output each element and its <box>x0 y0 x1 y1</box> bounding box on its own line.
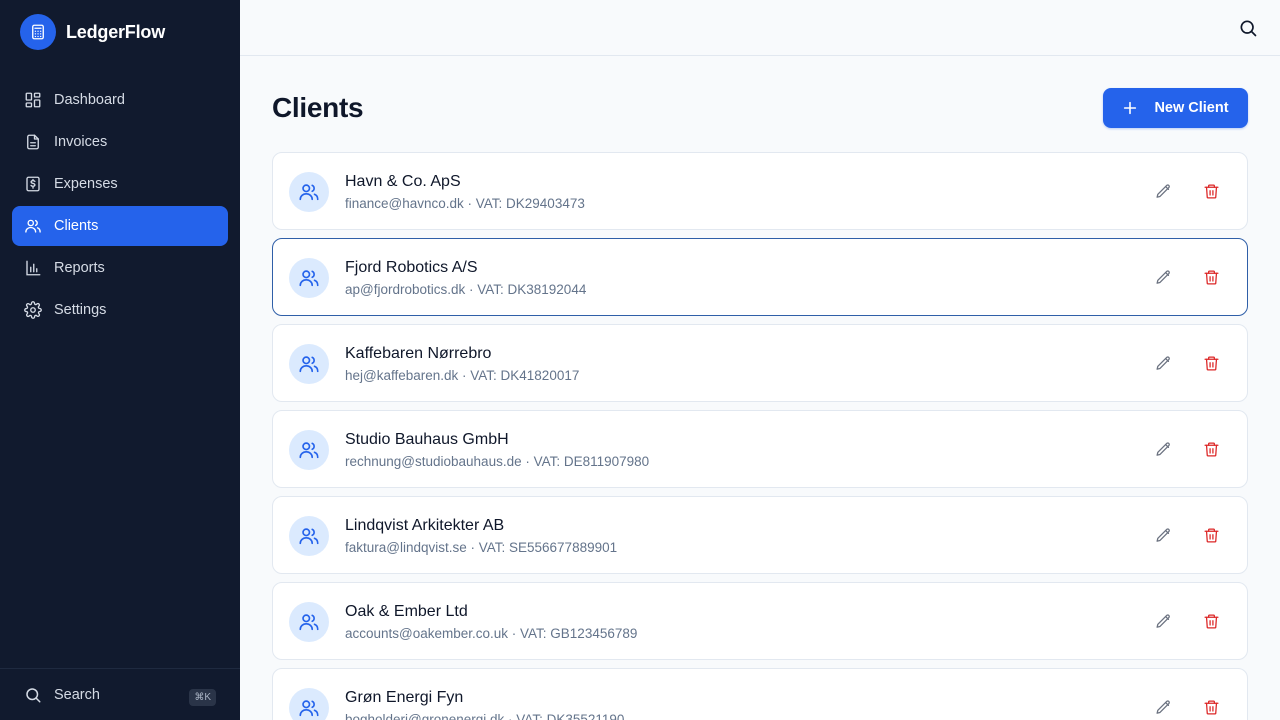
client-name: Kaffebaren Nørrebro <box>345 345 492 362</box>
trash-icon[interactable] <box>1201 439 1221 459</box>
pencil-icon[interactable] <box>1153 611 1173 631</box>
client-meta: faktura@lindqvist.se · VAT: SE5566778899… <box>345 540 618 555</box>
users-icon <box>289 602 329 642</box>
search-icon[interactable] <box>1238 18 1258 38</box>
app-name: LedgerFlow <box>66 21 166 42</box>
invoice-icon <box>24 133 42 151</box>
client-name: Fjord Robotics A/S <box>345 259 478 276</box>
users-icon <box>289 344 329 384</box>
page-title: Clients <box>272 92 364 123</box>
dashboard-icon <box>24 91 42 109</box>
sidebar: LedgerFlow Dashboard Invoices Expenses C… <box>0 0 240 720</box>
new-client-button-label: New Client <box>1154 100 1229 116</box>
users-icon <box>289 516 329 556</box>
sidebar-nav: Dashboard Invoices Expenses Clients Repo… <box>12 80 228 332</box>
sidebar-search[interactable]: Search ⌘K <box>0 668 240 720</box>
sidebar-item-label: Settings <box>54 302 107 318</box>
users-icon <box>24 217 42 235</box>
users-icon <box>289 430 329 470</box>
trash-icon[interactable] <box>1201 697 1221 717</box>
pencil-icon[interactable] <box>1153 181 1173 201</box>
sidebar-item-label: Expenses <box>54 176 118 192</box>
trash-icon[interactable] <box>1201 353 1221 373</box>
pencil-icon[interactable] <box>1153 697 1173 717</box>
client-name: Oak & Ember Ltd <box>345 603 468 620</box>
sidebar-item-dashboard[interactable]: Dashboard <box>12 80 228 120</box>
client-name: Studio Bauhaus GmbH <box>345 431 509 448</box>
trash-icon[interactable] <box>1201 181 1221 201</box>
pencil-icon[interactable] <box>1153 525 1173 545</box>
client-meta: hej@kaffebaren.dk · VAT: DK41820017 <box>345 368 580 383</box>
trash-icon[interactable] <box>1201 611 1221 631</box>
client-name: Grøn Energi Fyn <box>345 689 464 706</box>
client-meta: ap@fjordrobotics.dk · VAT: DK38192044 <box>345 282 587 297</box>
client-meta: rechnung@studiobauhaus.de · VAT: DE81190… <box>345 454 650 469</box>
trash-icon[interactable] <box>1201 525 1221 545</box>
users-icon <box>289 688 329 720</box>
client-card[interactable]: Oak & Ember Ltd accounts@oakember.co.uk … <box>272 582 1248 660</box>
bar-chart-icon <box>24 259 42 277</box>
client-meta: bogholderi@gronenergi.dk · VAT: DK355211… <box>345 712 625 720</box>
brand[interactable]: LedgerFlow <box>20 14 165 50</box>
client-card[interactable]: Studio Bauhaus GmbH rechnung@studiobauha… <box>272 410 1248 488</box>
pencil-icon[interactable] <box>1153 267 1173 287</box>
sidebar-item-settings[interactable]: Settings <box>12 290 228 330</box>
client-card[interactable]: Lindqvist Arkitekter AB faktura@lindqvis… <box>272 496 1248 574</box>
sidebar-item-expenses[interactable]: Expenses <box>12 164 228 204</box>
client-list: Havn & Co. ApS finance@havnco.dk · VAT: … <box>272 152 1248 720</box>
sidebar-item-label: Clients <box>54 218 99 234</box>
client-card[interactable]: Grøn Energi Fyn bogholderi@gronenergi.dk… <box>272 668 1248 720</box>
sidebar-item-label: Reports <box>54 260 105 276</box>
sidebar-item-reports[interactable]: Reports <box>12 248 228 288</box>
client-name: Havn & Co. ApS <box>345 173 461 190</box>
sidebar-item-label: Invoices <box>54 134 108 150</box>
expense-icon <box>24 175 42 193</box>
client-card[interactable]: Kaffebaren Nørrebro hej@kaffebaren.dk · … <box>272 324 1248 402</box>
pencil-icon[interactable] <box>1153 353 1173 373</box>
new-client-button[interactable]: New Client <box>1103 88 1248 128</box>
pencil-icon[interactable] <box>1153 439 1173 459</box>
sidebar-item-clients[interactable]: Clients <box>12 206 228 246</box>
client-card[interactable]: Fjord Robotics A/S ap@fjordrobotics.dk ·… <box>272 238 1248 316</box>
sidebar-item-label: Dashboard <box>54 92 125 108</box>
client-name: Lindqvist Arkitekter AB <box>345 517 505 534</box>
client-meta: accounts@oakember.co.uk · VAT: GB1234567… <box>345 626 638 641</box>
gear-icon <box>24 301 42 319</box>
topbar <box>240 0 1280 56</box>
client-card[interactable]: Havn & Co. ApS finance@havnco.dk · VAT: … <box>272 152 1248 230</box>
trash-icon[interactable] <box>1201 267 1221 287</box>
plus-icon <box>1122 100 1138 116</box>
sidebar-item-invoices[interactable]: Invoices <box>12 122 228 162</box>
calculator-icon <box>20 14 56 50</box>
client-meta: finance@havnco.dk · VAT: DK29403473 <box>345 196 585 211</box>
sidebar-search-label: Search <box>54 686 100 703</box>
users-icon <box>289 172 329 212</box>
search-icon <box>24 686 42 704</box>
shortcut-badge: ⌘K <box>189 689 216 706</box>
users-icon <box>289 258 329 298</box>
